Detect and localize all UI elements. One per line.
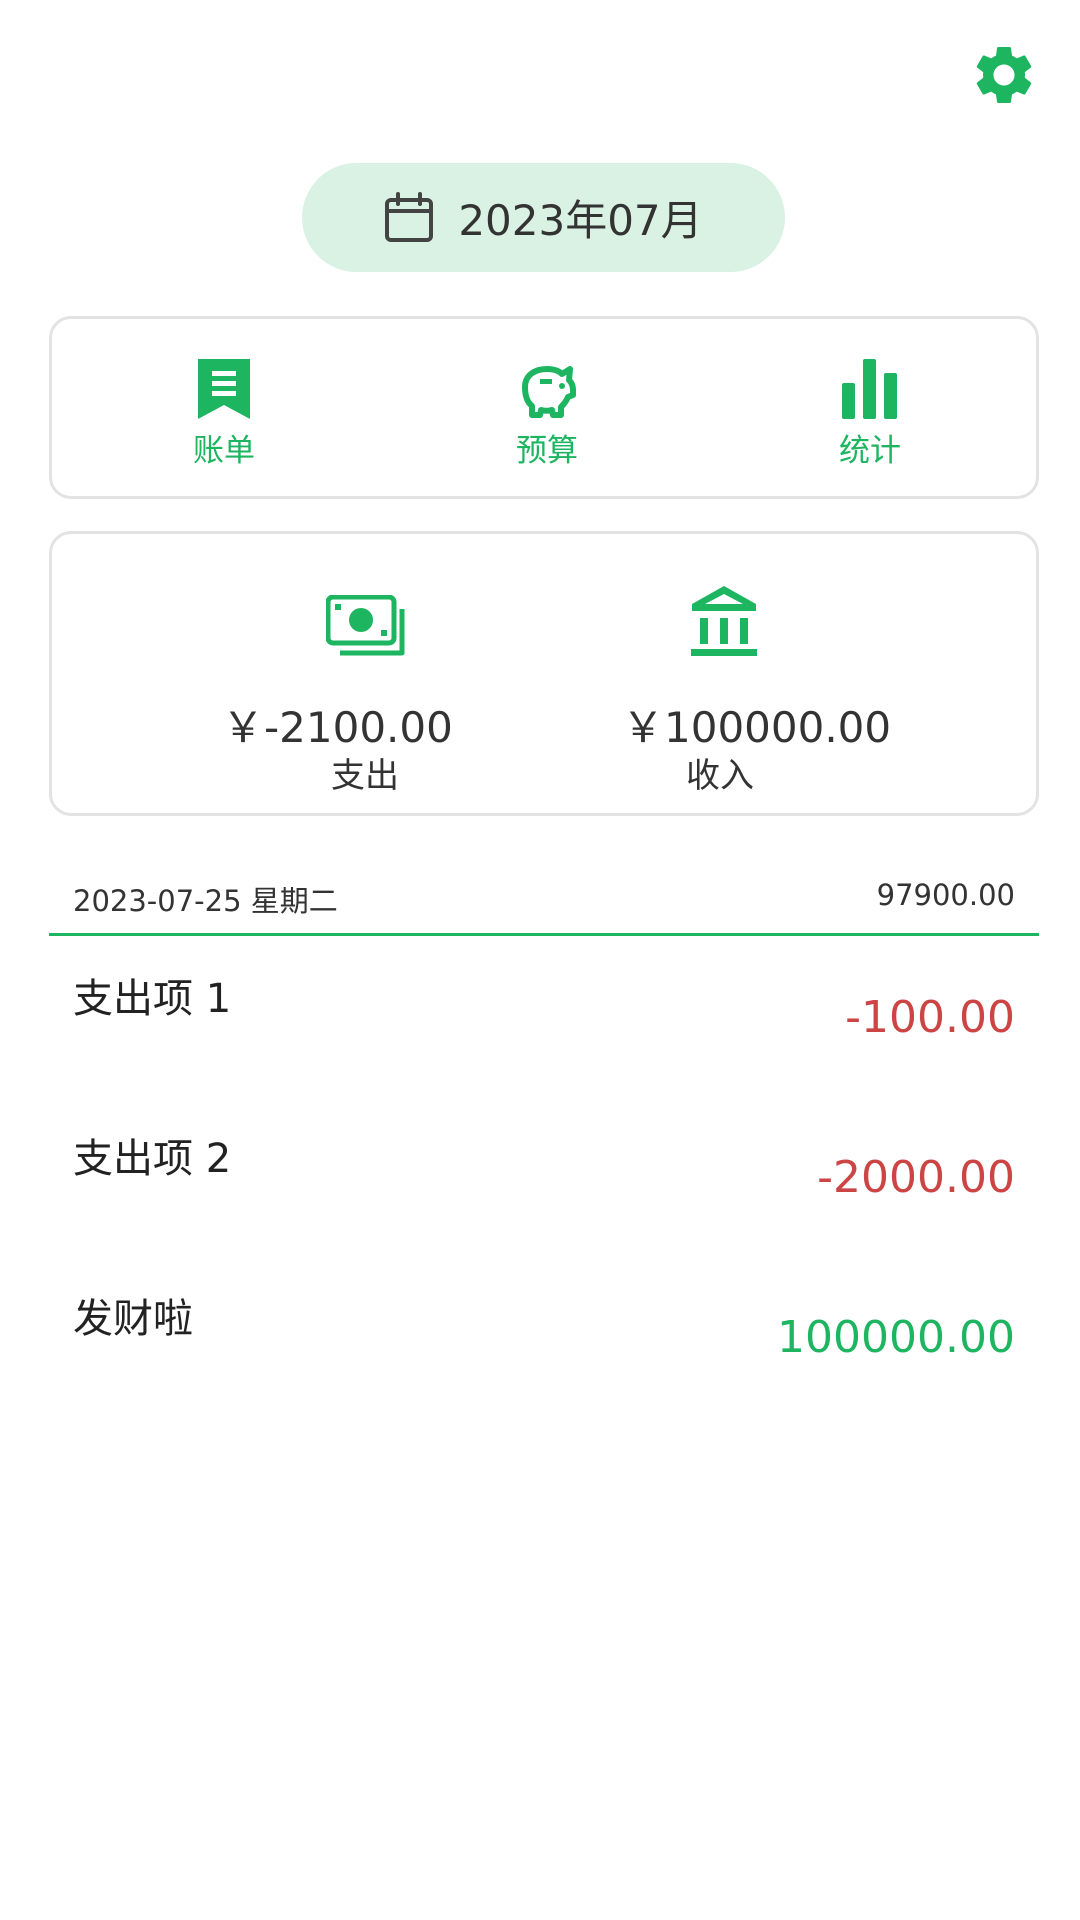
month-label: 2023年07月 [458, 196, 703, 245]
nav-budget[interactable]: 预算 [467, 357, 627, 472]
entry-amount: -2000.00 [817, 1152, 1015, 1203]
day-total: 97900.00 [876, 878, 1015, 912]
summary-card: ￥-2100.00 ￥100000.00 支出 收入 [49, 531, 1039, 816]
gear-icon [976, 46, 1032, 103]
income-amount: ￥100000.00 [622, 703, 892, 752]
month-picker[interactable]: 2023年07月 [302, 163, 785, 272]
nav-budget-label: 预算 [516, 433, 578, 469]
list-item[interactable]: 支出项 1 -100.00 [49, 966, 1039, 1116]
bar-chart-icon [842, 359, 897, 419]
expense-amount: ￥-2100.00 [222, 703, 453, 752]
expense-label: 支出 [331, 756, 399, 796]
nav-stats-label: 统计 [839, 433, 901, 469]
cash-icon [326, 595, 405, 656]
entry-name: 支出项 1 [73, 976, 232, 1022]
list-item[interactable]: 发财啦 100000.00 [49, 1286, 1039, 1436]
entry-name: 发财啦 [73, 1296, 193, 1342]
entry-name: 支出项 2 [73, 1136, 232, 1182]
nav-stats[interactable]: 统计 [790, 357, 950, 472]
receipt-icon [198, 359, 250, 419]
nav-bills-label: 账单 [193, 433, 255, 469]
list-item[interactable]: 支出项 2 -2000.00 [49, 1126, 1039, 1276]
calendar-icon [385, 191, 434, 242]
day-header: 2023-07-25 星期二 97900.00 [49, 868, 1039, 936]
piggy-bank-icon [522, 366, 576, 418]
nav-card: 账单 预算 统计 [49, 316, 1039, 499]
settings-button[interactable] [969, 40, 1039, 110]
entry-amount: -100.00 [845, 992, 1015, 1043]
income-label: 收入 [686, 756, 754, 796]
app-screen: 2023年07月 账单 预算 统计 ￥-2100.00 ￥100000.00 支… [0, 0, 1080, 1920]
nav-bills[interactable]: 账单 [144, 357, 304, 472]
bank-icon [691, 586, 757, 656]
day-date: 2023-07-25 星期二 [73, 884, 338, 918]
entry-amount: 100000.00 [777, 1312, 1015, 1363]
